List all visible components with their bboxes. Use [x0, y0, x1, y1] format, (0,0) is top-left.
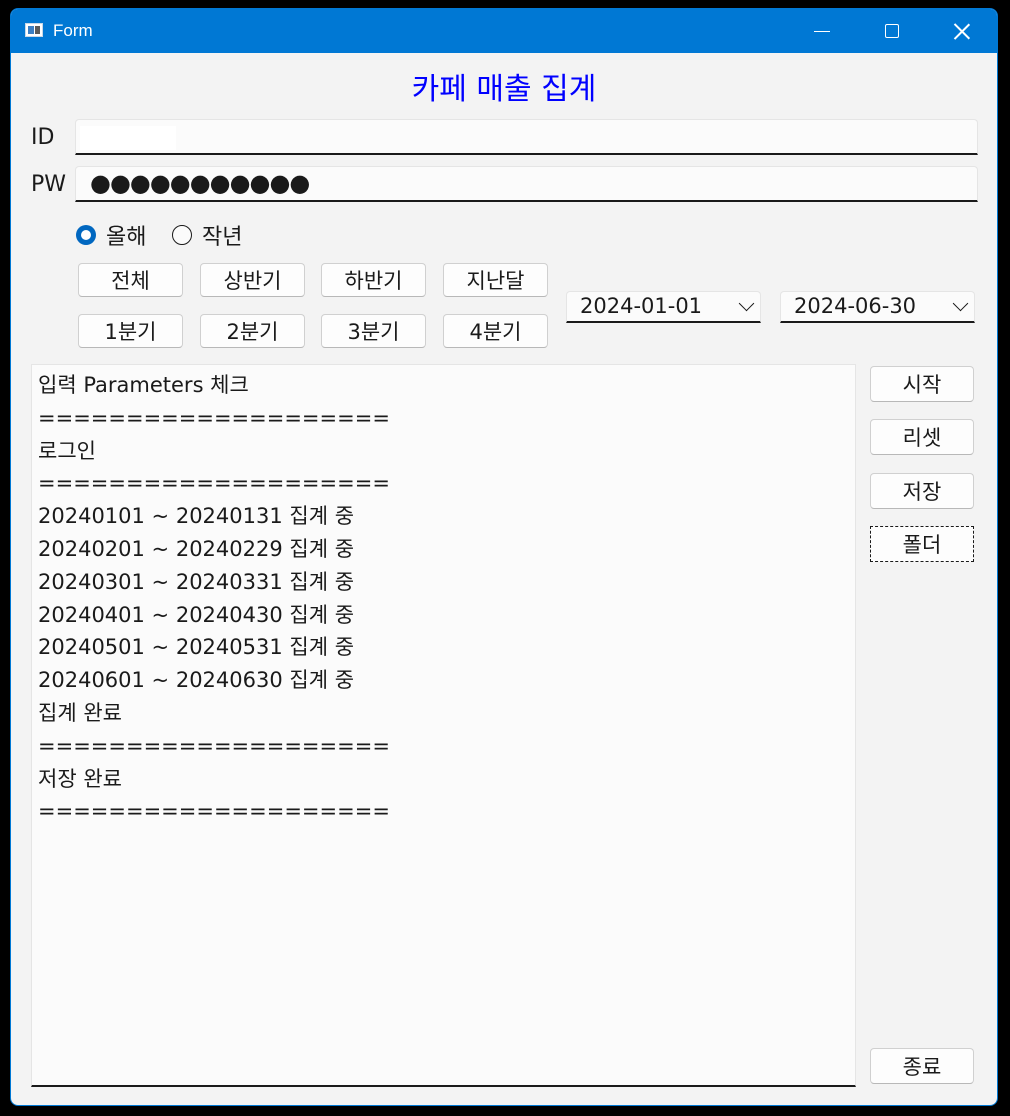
log-line: 저장 완료 — [38, 766, 122, 791]
period-button-q2[interactable]: 2분기 — [200, 314, 305, 348]
maximize-icon — [885, 24, 899, 38]
window-title: Form — [53, 21, 93, 40]
log-line: 20240301 ~ 20240331 집계 중 — [38, 569, 355, 594]
period-button-last-month[interactable]: 지난달 — [443, 263, 548, 297]
log-output[interactable]: 입력 Parameters 체크 ==================== 로그… — [31, 364, 856, 1087]
log-line: 집계 완료 — [38, 700, 122, 725]
end-date-value: 2024-06-30 — [794, 294, 917, 318]
period-button-q3[interactable]: 3분기 — [321, 314, 426, 348]
radio-this-year[interactable]: 올해 — [76, 219, 146, 251]
radio-last-year-label: 작년 — [202, 225, 243, 250]
log-line: 20240601 ~ 20240630 집계 중 — [38, 668, 355, 693]
log-line: ==================== — [38, 471, 390, 496]
id-input-value — [80, 126, 176, 150]
app-icon — [25, 23, 43, 37]
log-line: ==================== — [38, 799, 390, 824]
pw-label: PW — [31, 172, 67, 197]
form-title: 카페 매출 집계 — [411, 72, 597, 107]
id-label: ID — [31, 125, 55, 150]
start-date-value: 2024-01-01 — [580, 294, 703, 318]
folder-button[interactable]: 폴더 — [870, 526, 974, 562]
log-line: 20240201 ~ 20240229 집계 중 — [38, 536, 355, 561]
period-button-first-half[interactable]: 상반기 — [200, 263, 305, 297]
radio-unchecked-icon — [172, 225, 192, 245]
log-line: 20240101 ~ 20240131 집계 중 — [38, 504, 355, 529]
title-bar[interactable]: Form — [11, 9, 997, 53]
close-button[interactable] — [927, 9, 997, 53]
radio-this-year-label: 올해 — [106, 225, 147, 250]
end-date-picker[interactable]: 2024-06-30 — [780, 291, 975, 323]
log-line: 입력 Parameters 체크 — [38, 373, 249, 397]
log-line: ==================== — [38, 405, 390, 430]
pw-input[interactable]: ●●●●●●●●●●● — [75, 166, 978, 202]
exit-button[interactable]: 종료 — [870, 1048, 974, 1084]
minimize-icon — [814, 30, 830, 32]
close-icon — [954, 23, 970, 39]
log-line: ==================== — [38, 733, 390, 758]
minimize-button[interactable] — [787, 9, 857, 53]
period-button-q1[interactable]: 1분기 — [78, 314, 183, 348]
reset-button[interactable]: 리셋 — [870, 419, 974, 455]
period-button-q4[interactable]: 4분기 — [443, 314, 548, 348]
radio-last-year[interactable]: 작년 — [172, 219, 242, 251]
log-line: 20240401 ~ 20240430 집계 중 — [38, 602, 355, 627]
chevron-down-icon — [738, 295, 755, 312]
maximize-button[interactable] — [857, 9, 927, 53]
period-button-all[interactable]: 전체 — [78, 263, 183, 297]
app-window: Form 카페 매출 집계 ID PW ●●●●●●●●●●● 올해 작년 전체… — [10, 8, 998, 1106]
start-date-picker[interactable]: 2024-01-01 — [566, 291, 761, 323]
period-button-second-half[interactable]: 하반기 — [321, 263, 426, 297]
chevron-down-icon — [952, 295, 969, 312]
log-line: 20240501 ~ 20240531 집계 중 — [38, 635, 355, 660]
id-input[interactable] — [75, 119, 978, 155]
radio-checked-icon — [76, 225, 96, 245]
save-button[interactable]: 저장 — [870, 473, 974, 509]
start-button[interactable]: 시작 — [870, 366, 974, 402]
log-line: 로그인 — [38, 438, 96, 463]
